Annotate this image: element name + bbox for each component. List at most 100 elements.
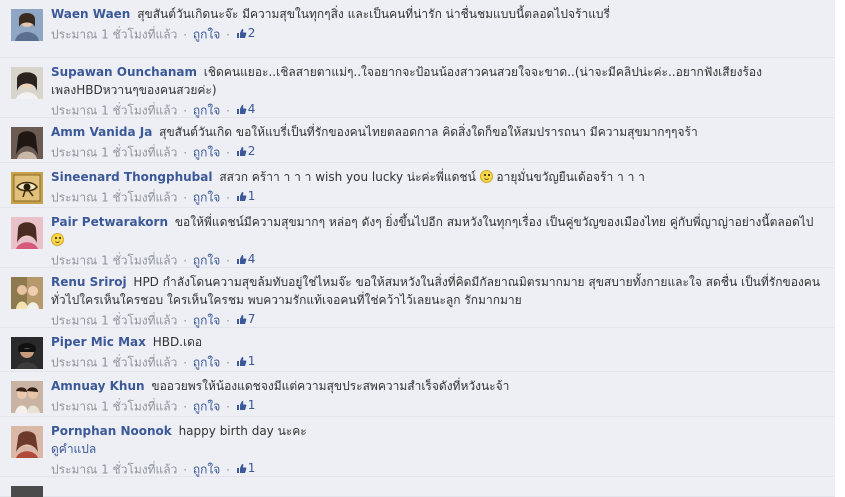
comment-body: Renu Sriroj HPD กำลังโดนความสุขล้มทับอยู… xyxy=(51,273,827,309)
commenter-name[interactable]: Pornphan Noonok xyxy=(51,424,172,438)
thumbs-up-icon xyxy=(236,146,247,156)
separator: · xyxy=(183,103,188,118)
commenter-name[interactable]: Piper Mic Max xyxy=(51,335,146,349)
timestamp[interactable]: ประมาณ 1 ชั่วโมงที่แล้ว xyxy=(51,146,177,160)
comment-item: Amm Vanida Ja สุขสันต์วันเกิด ขอให้แบรี่… xyxy=(0,118,835,163)
comment-meta: ประมาณ 1 ชั่วโมงที่แล้ว · ถูกใจ · 1 xyxy=(51,459,827,479)
comment-item: Piper Mic Max HBD.เดอ ประมาณ 1 ชั่วโมงที… xyxy=(0,328,835,372)
timestamp[interactable]: ประมาณ 1 ชั่วโมงที่แล้ว xyxy=(51,191,177,205)
comment-body: Supawan Ounchanam เชิดคนแยอะ..เชิลสายตาแ… xyxy=(51,63,827,99)
like-link[interactable]: ถูกใจ xyxy=(193,356,220,370)
like-link[interactable]: ถูกใจ xyxy=(193,146,220,160)
separator: · xyxy=(183,27,188,42)
separator: · xyxy=(226,462,230,477)
comment-meta: ประมาณ 1 ชั่วโมงที่แล้ว · ถูกใจ · 1 xyxy=(51,187,827,207)
avatar[interactable] xyxy=(11,67,43,99)
like-link[interactable]: ถูกใจ xyxy=(193,254,220,268)
like-count[interactable]: 1 xyxy=(236,187,256,205)
like-count[interactable]: 1 xyxy=(236,396,256,414)
separator: · xyxy=(226,145,230,160)
commenter-name[interactable]: Pair Petwarakorn xyxy=(51,215,168,229)
thumbs-up-icon xyxy=(236,254,247,264)
comment-body: Sineenard Thongphubal สสวก คร้าา า า า w… xyxy=(51,168,827,186)
comment-meta: ประมาณ 1 ชั่วโมงที่แล้ว · ถูกใจ · 1 xyxy=(51,352,827,372)
like-count[interactable]: 1 xyxy=(236,352,255,370)
avatar[interactable] xyxy=(11,9,43,41)
separator: · xyxy=(226,103,230,118)
timestamp[interactable]: ประมาณ 1 ชั่วโมงที่แล้ว xyxy=(51,104,177,118)
commenter-name[interactable]: Renu Sriroj xyxy=(51,275,127,289)
comment-meta: ประมาณ 1 ชั่วโมงที่แล้ว · ถูกใจ · 1 xyxy=(51,396,827,416)
comment-list: Waen Waen สุขสันต์วันเกิดนะจ๊ะ มีความสุข… xyxy=(0,0,835,497)
commenter-name[interactable]: Amnuay Khun xyxy=(51,379,145,393)
separator: · xyxy=(183,253,188,268)
like-link[interactable]: ถูกใจ xyxy=(193,314,220,328)
comment-item: Pair Petwarakorn ขอให้พี่แดชน์มีความสุขม… xyxy=(0,208,835,268)
thumbs-up-icon xyxy=(236,356,247,366)
separator: · xyxy=(226,27,230,42)
comment-meta: ประมาณ 1 ชั่วโมงที่แล้ว · ถูกใจ · 7 xyxy=(51,310,827,330)
comment-body: Amnuay Khun ขออวยพรให้น้องแดชจงมีแต่ความ… xyxy=(51,377,827,395)
avatar[interactable] xyxy=(11,127,43,159)
scrollbar[interactable] xyxy=(835,0,845,497)
timestamp[interactable]: ประมาณ 1 ชั่วโมงที่แล้ว xyxy=(51,463,177,477)
separator: · xyxy=(183,399,188,414)
smiley-icon xyxy=(51,233,64,246)
timestamp[interactable]: ประมาณ 1 ชั่วโมงที่แล้ว xyxy=(51,28,177,42)
commenter-name[interactable]: Supawan Ounchanam xyxy=(51,65,197,79)
like-count[interactable]: 4 xyxy=(236,250,256,268)
avatar[interactable] xyxy=(11,337,43,369)
avatar[interactable] xyxy=(11,486,43,497)
like-count-value: 1 xyxy=(247,189,256,203)
like-count-value: 1 xyxy=(247,398,256,412)
thumbs-up-icon xyxy=(236,28,247,38)
commenter-name[interactable]: Amm Vanida Ja xyxy=(51,125,152,139)
like-count[interactable]: 2 xyxy=(236,24,255,42)
comment-text: HPD กำลังโดนความสุขล้มทับอยู่ใช่ไหมจ๊ะ ข… xyxy=(51,275,821,307)
comment-text: สสวก คร้าา า า า wish you lucky น่ะค่ะพี… xyxy=(219,170,476,184)
comment-meta: ประมาณ 1 ชั่วโมงที่แล้ว · ถูกใจ · 4 xyxy=(51,100,827,120)
like-count-value: 4 xyxy=(247,252,256,266)
like-count-value: 2 xyxy=(247,144,256,158)
like-count-value: 1 xyxy=(247,461,256,475)
avatar[interactable] xyxy=(11,381,43,413)
commenter-name[interactable]: Sineenard Thongphubal xyxy=(51,170,212,184)
timestamp[interactable]: ประมาณ 1 ชั่วโมงที่แล้ว xyxy=(51,314,177,328)
comment-item: Renu Sriroj HPD กำลังโดนความสุขล้มทับอยู… xyxy=(0,268,835,328)
separator: · xyxy=(226,313,230,328)
separator: · xyxy=(226,190,230,205)
like-count[interactable]: 4 xyxy=(236,100,255,118)
like-link[interactable]: ถูกใจ xyxy=(193,28,220,42)
separator: · xyxy=(183,355,188,370)
separator: · xyxy=(183,462,188,477)
like-count[interactable]: 1 xyxy=(236,459,256,477)
comment-text: สุขสันต์วันเกิด ขอให้แบรี่เป็นที่รักของค… xyxy=(159,125,698,139)
comment-body: Pair Petwarakorn ขอให้พี่แดชน์มีความสุขม… xyxy=(51,213,827,249)
like-link[interactable]: ถูกใจ xyxy=(193,400,220,414)
see-translation-link[interactable]: ดูคำแปล xyxy=(51,442,96,456)
comment-text: ขออวยพรให้น้องแดชจงมีแต่ความสุขประสพความ… xyxy=(151,379,510,393)
timestamp[interactable]: ประมาณ 1 ชั่วโมงที่แล้ว xyxy=(51,254,177,268)
thumbs-up-icon xyxy=(236,191,247,201)
timestamp[interactable]: ประมาณ 1 ชั่วโมงที่แล้ว xyxy=(51,356,177,370)
comment-item: Waen Waen สุขสันต์วันเกิดนะจ๊ะ มีความสุข… xyxy=(0,0,835,58)
avatar[interactable] xyxy=(11,217,43,249)
comment-meta: ประมาณ 1 ชั่วโมงที่แล้ว · ถูกใจ · 2 xyxy=(51,142,827,162)
separator: · xyxy=(226,355,230,370)
like-link[interactable]: ถูกใจ xyxy=(193,104,220,118)
thumbs-up-icon xyxy=(236,314,247,324)
like-count[interactable]: 2 xyxy=(236,142,256,160)
comment-item: Sineenard Thongphubal สสวก คร้าา า า า w… xyxy=(0,163,835,208)
timestamp[interactable]: ประมาณ 1 ชั่วโมงที่แล้ว xyxy=(51,400,177,414)
comment-meta: ประมาณ 1 ชั่วโมงที่แล้ว · ถูกใจ · 2 xyxy=(51,24,827,44)
comment-body: Pornphan Noonok happy birth day นะคะ ดูค… xyxy=(51,422,827,458)
commenter-name[interactable]: Waen Waen xyxy=(51,7,130,21)
comment-text: ขอให้พี่แดชน์มีความสุขมากๆ หล่อๆ ดังๆ ยิ… xyxy=(174,215,814,229)
like-link[interactable]: ถูกใจ xyxy=(193,463,220,477)
avatar[interactable] xyxy=(11,277,43,309)
avatar[interactable] xyxy=(11,426,43,458)
avatar[interactable] xyxy=(11,172,43,204)
comment-body: Amm Vanida Ja สุขสันต์วันเกิด ขอให้แบรี่… xyxy=(51,123,827,141)
like-link[interactable]: ถูกใจ xyxy=(193,191,220,205)
like-count[interactable]: 7 xyxy=(236,310,255,328)
